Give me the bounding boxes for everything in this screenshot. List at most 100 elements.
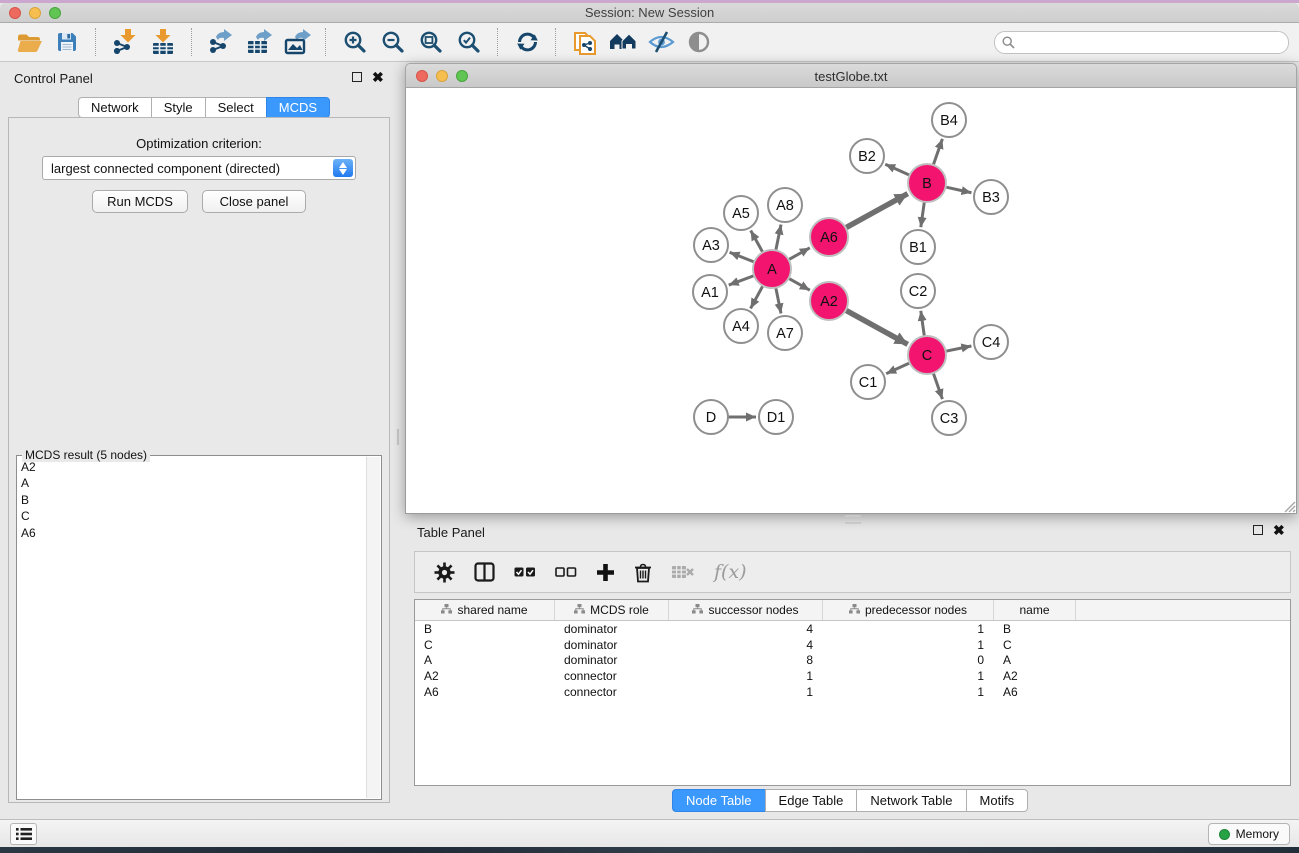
open-session-button[interactable] [10, 25, 48, 59]
zoom-in-button[interactable] [336, 25, 374, 59]
save-session-button[interactable] [48, 25, 86, 59]
network-window-titlebar[interactable]: testGlobe.txt [405, 63, 1297, 88]
table-cell[interactable]: 0 [823, 653, 994, 667]
table-cell[interactable]: 1 [669, 685, 823, 699]
network-canvas[interactable]: B4B2BB3A8A5A6A3B1AA1C2A2A4A7C4CC1C3DD1 [405, 88, 1297, 514]
export-image-button[interactable] [278, 25, 316, 59]
table-cell[interactable]: A2 [415, 669, 555, 683]
column-header-MCDS-role[interactable]: MCDS role [555, 600, 669, 620]
table-cell[interactable]: A [994, 653, 1076, 667]
table-row[interactable]: A6connector11A6 [415, 684, 1290, 700]
deselect-all-button[interactable] [555, 566, 577, 578]
graph-edge-B-B4[interactable] [933, 139, 942, 166]
table-cell[interactable]: B [415, 622, 555, 636]
graph-node-A5[interactable]: A5 [724, 196, 758, 230]
delete-row-button[interactable] [634, 562, 652, 583]
graph-edge-A-A8[interactable] [776, 225, 781, 252]
float-panel-icon[interactable] [352, 72, 362, 82]
result-item[interactable]: A6 [21, 525, 365, 541]
close-panel-icon[interactable]: ✖ [1273, 525, 1285, 535]
graph-node-B4[interactable]: B4 [932, 103, 966, 137]
close-panel-icon[interactable]: ✖ [372, 72, 384, 82]
graph-node-C3[interactable]: C3 [932, 401, 966, 435]
column-header-name[interactable]: name [994, 600, 1076, 620]
graph-node-B2[interactable]: B2 [850, 139, 884, 173]
tab-style[interactable]: Style [151, 97, 205, 118]
task-history-button[interactable] [10, 823, 37, 845]
graph-node-D1[interactable]: D1 [759, 400, 793, 434]
column-header-successor-nodes[interactable]: successor nodes [669, 600, 823, 620]
graph-edge-A6-B[interactable] [845, 194, 908, 229]
resize-grip-icon[interactable] [1282, 499, 1296, 513]
table-cell[interactable]: 1 [823, 669, 994, 683]
table-cell[interactable]: 4 [669, 622, 823, 636]
tab-mcds[interactable]: MCDS [266, 97, 330, 118]
result-item[interactable]: C [21, 508, 365, 524]
function-builder-button[interactable]: f(x) [714, 561, 747, 583]
graph-node-B3[interactable]: B3 [974, 180, 1008, 214]
close-panel-button[interactable]: Close panel [202, 190, 306, 213]
table-cell[interactable]: A6 [415, 685, 555, 699]
tab-select[interactable]: Select [205, 97, 266, 118]
graph-edge-A-A6[interactable] [788, 248, 810, 260]
result-scrollbar[interactable] [366, 457, 380, 798]
run-mcds-button[interactable]: Run MCDS [92, 190, 188, 213]
graph-edge-B-B2[interactable] [885, 164, 910, 175]
optimization-criterion-select[interactable]: largest connected component (directed) [42, 156, 356, 180]
graph-edge-A-A3[interactable] [730, 252, 756, 262]
memory-button[interactable]: Memory [1208, 823, 1290, 845]
first-neighbors-button[interactable] [604, 25, 642, 59]
table-cell[interactable]: A [415, 653, 555, 667]
zoom-selected-button[interactable] [450, 25, 488, 59]
graph-node-A[interactable]: A [753, 250, 791, 288]
hide-selected-button[interactable] [642, 25, 680, 59]
table-cell[interactable]: C [994, 638, 1076, 652]
table-cell[interactable]: connector [555, 685, 669, 699]
table-cell[interactable]: dominator [555, 653, 669, 667]
show-all-button[interactable] [680, 25, 718, 59]
graph-node-A7[interactable]: A7 [768, 316, 802, 350]
refresh-button[interactable] [508, 25, 546, 59]
graph-edge-A-A7[interactable] [776, 287, 781, 314]
result-item[interactable]: A [21, 475, 365, 491]
graph-node-A8[interactable]: A8 [768, 188, 802, 222]
table-cell[interactable]: 1 [823, 638, 994, 652]
graph-node-A6[interactable]: A6 [810, 218, 848, 256]
column-header-shared-name[interactable]: shared name [415, 600, 555, 620]
export-table-button[interactable] [240, 25, 278, 59]
tab-motifs[interactable]: Motifs [966, 789, 1029, 812]
graph-edge-C-C1[interactable] [886, 362, 910, 373]
graph-edge-B-B1[interactable] [921, 201, 925, 227]
graph-edge-A-A4[interactable] [751, 285, 764, 309]
table-row[interactable]: Cdominator41C [415, 637, 1290, 653]
graph-node-A1[interactable]: A1 [693, 275, 727, 309]
table-cell[interactable]: C [415, 638, 555, 652]
import-table-button[interactable] [144, 25, 182, 59]
graph-edge-A2-C[interactable] [845, 310, 908, 345]
zoom-out-button[interactable] [374, 25, 412, 59]
zoom-fit-button[interactable] [412, 25, 450, 59]
tab-node-table[interactable]: Node Table [672, 789, 765, 812]
table-row[interactable]: A2connector11A2 [415, 668, 1290, 684]
result-item[interactable]: B [21, 492, 365, 508]
graph-edge-A-A5[interactable] [751, 230, 764, 253]
table-settings-button[interactable] [434, 562, 455, 583]
graph-node-A2[interactable]: A2 [810, 282, 848, 320]
graph-edge-C-C2[interactable] [921, 311, 925, 337]
graph-node-C4[interactable]: C4 [974, 325, 1008, 359]
table-cell[interactable]: dominator [555, 638, 669, 652]
graph-edge-A-A2[interactable] [788, 278, 810, 290]
table-cell[interactable]: 1 [669, 669, 823, 683]
select-all-button[interactable] [514, 566, 536, 578]
table-cell[interactable]: dominator [555, 622, 669, 636]
search-input[interactable] [1020, 33, 1282, 52]
add-row-button[interactable] [596, 563, 615, 582]
tab-edge-table[interactable]: Edge Table [765, 789, 857, 812]
graph-node-C[interactable]: C [908, 336, 946, 374]
tab-network[interactable]: Network [78, 97, 151, 118]
graph-node-B1[interactable]: B1 [901, 230, 935, 264]
table-row[interactable]: Adominator80A [415, 653, 1290, 669]
graph-edge-C-C4[interactable] [945, 346, 972, 351]
float-panel-icon[interactable] [1253, 525, 1263, 535]
network-from-selection-button[interactable] [566, 25, 604, 59]
